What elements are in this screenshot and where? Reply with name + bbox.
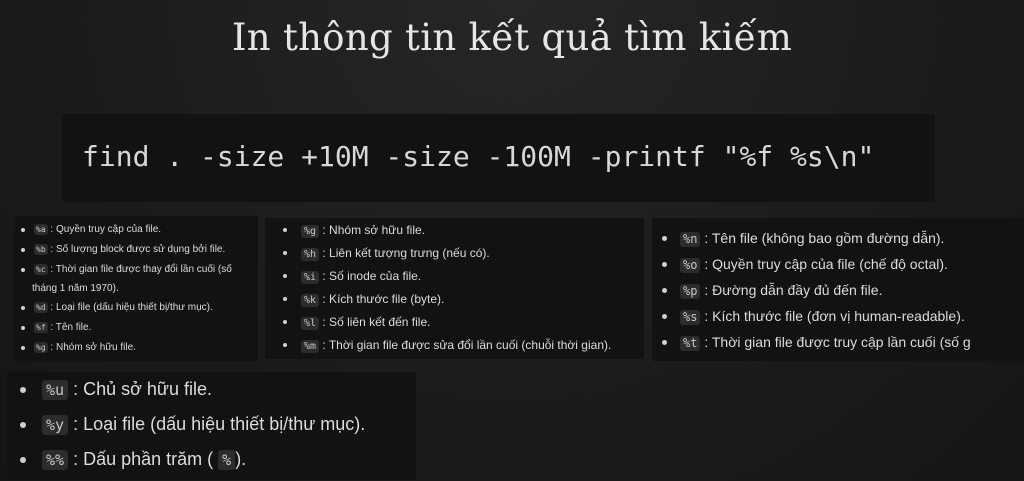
format-code: %m: [301, 340, 320, 353]
format-description: : Thời gian file được sửa đổi lần cuối (…: [322, 338, 612, 352]
command-block: find . -size +10M -size -100M -printf "%…: [62, 114, 935, 202]
format-description: : Dấu phần trăm (: [73, 449, 214, 469]
format-code: %h: [301, 248, 320, 261]
format-description-continued: tháng 1 năm 1970).: [32, 283, 119, 294]
format-code-inline: %: [218, 450, 236, 470]
format-description: : Kích thước file (byte).: [322, 292, 445, 306]
list-item: %t : Thời gian file được truy cập lần cu…: [662, 333, 1024, 359]
format-description-end: ).: [235, 449, 247, 469]
list-item: %c : Thời gian file được thay đổi lần cu…: [21, 263, 258, 301]
list-item: %h : Liên kết tượng trưng (nếu có).: [283, 245, 644, 268]
format-panel-1: %a : Quyền truy cập của file. %b : Số lư…: [14, 216, 258, 361]
format-description: : Tên file.: [50, 322, 92, 333]
slide-title: In thông tin kết quả tìm kiếm: [231, 16, 793, 59]
list-item: %y : Loại file (dấu hiệu thiết bị/thư mụ…: [20, 412, 416, 447]
list-item: %o : Quyền truy cập của file (chế độ oct…: [662, 255, 1024, 281]
list-item: %n : Tên file (không bao gồm đường dẫn).: [662, 229, 1024, 255]
list-item: %g : Nhóm sở hữu file.: [283, 222, 644, 245]
format-panel-2: %g : Nhóm sở hữu file. %h : Liên kết tượ…: [265, 218, 644, 359]
list-item: %g : Nhóm sở hữu file.: [21, 341, 258, 361]
format-description: : Số liên kết đến file.: [322, 315, 431, 329]
format-description: : Liên kết tượng trưng (nếu có).: [322, 246, 490, 260]
format-description: : Số lượng block được sử dụng bởi file.: [50, 244, 226, 255]
format-code: %%: [42, 450, 69, 470]
list-item: %m : Thời gian file được sửa đổi lần cuố…: [283, 337, 644, 359]
format-code: %g: [301, 225, 320, 238]
format-description: : Quyền truy cập của file (chế độ octal)…: [704, 256, 948, 272]
format-description: : Số inode của file.: [322, 269, 422, 283]
list-item: %f : Tên file.: [21, 321, 258, 341]
list-item: %b : Số lượng block được sử dụng bởi fil…: [21, 243, 258, 263]
format-code: %b: [34, 244, 48, 255]
format-panel-4: %u : Chủ sở hữu file. %y : Loại file (dấ…: [7, 372, 416, 480]
format-code: %f: [34, 322, 48, 333]
format-code: %i: [301, 271, 320, 284]
format-description: : Nhóm sở hữu file.: [322, 223, 425, 237]
list-item: %u : Chủ sở hữu file.: [20, 377, 416, 412]
format-code: %u: [42, 380, 69, 400]
format-description: : Quyền truy cập của file.: [50, 224, 162, 235]
format-code: %l: [301, 317, 320, 330]
format-code: %o: [680, 258, 701, 273]
format-code: %d: [34, 302, 48, 313]
command-text: find . -size +10M -size -100M -printf "%…: [82, 140, 875, 173]
format-description: : Kích thước file (đơn vị human-readable…: [704, 308, 965, 324]
format-description: : Nhóm sở hữu file.: [50, 342, 136, 353]
format-code: %a: [34, 224, 48, 235]
list-item: %p : Đường dẫn đầy đủ đến file.: [662, 281, 1024, 307]
format-code: %c: [34, 264, 48, 275]
format-code: %y: [42, 415, 69, 435]
format-code: %s: [680, 310, 701, 325]
format-code: %p: [680, 284, 701, 299]
format-description: : Thời gian file được thay đổi lần cuối …: [50, 264, 232, 275]
list-item: %i : Số inode của file.: [283, 268, 644, 291]
list-item: %d : Loại file (dấu hiệu thiết bị/thư mụ…: [21, 301, 258, 321]
list-item: %s : Kích thước file (đơn vị human-reada…: [662, 307, 1024, 333]
format-code: %g: [34, 342, 48, 353]
format-code: %n: [680, 232, 701, 247]
format-panel-3: %n : Tên file (không bao gồm đường dẫn).…: [652, 218, 1024, 361]
format-description: : Loại file (dấu hiệu thiết bị/thư mục).: [73, 414, 366, 434]
format-description: : Tên file (không bao gồm đường dẫn).: [704, 230, 945, 246]
list-item: %k : Kích thước file (byte).: [283, 291, 644, 314]
format-code: %t: [680, 336, 701, 351]
list-item: %a : Quyền truy cập của file.: [21, 223, 258, 243]
format-description: : Thời gian file được truy cập lần cuối …: [704, 334, 971, 350]
format-code: %k: [301, 294, 320, 307]
list-item: %% : Dấu phần trăm ( %).: [20, 447, 416, 480]
list-item: %l : Số liên kết đến file.: [283, 314, 644, 337]
format-description: : Loại file (dấu hiệu thiết bị/thư mục).: [50, 302, 213, 313]
format-description: : Chủ sở hữu file.: [73, 379, 212, 399]
format-description: : Đường dẫn đầy đủ đến file.: [704, 282, 883, 298]
